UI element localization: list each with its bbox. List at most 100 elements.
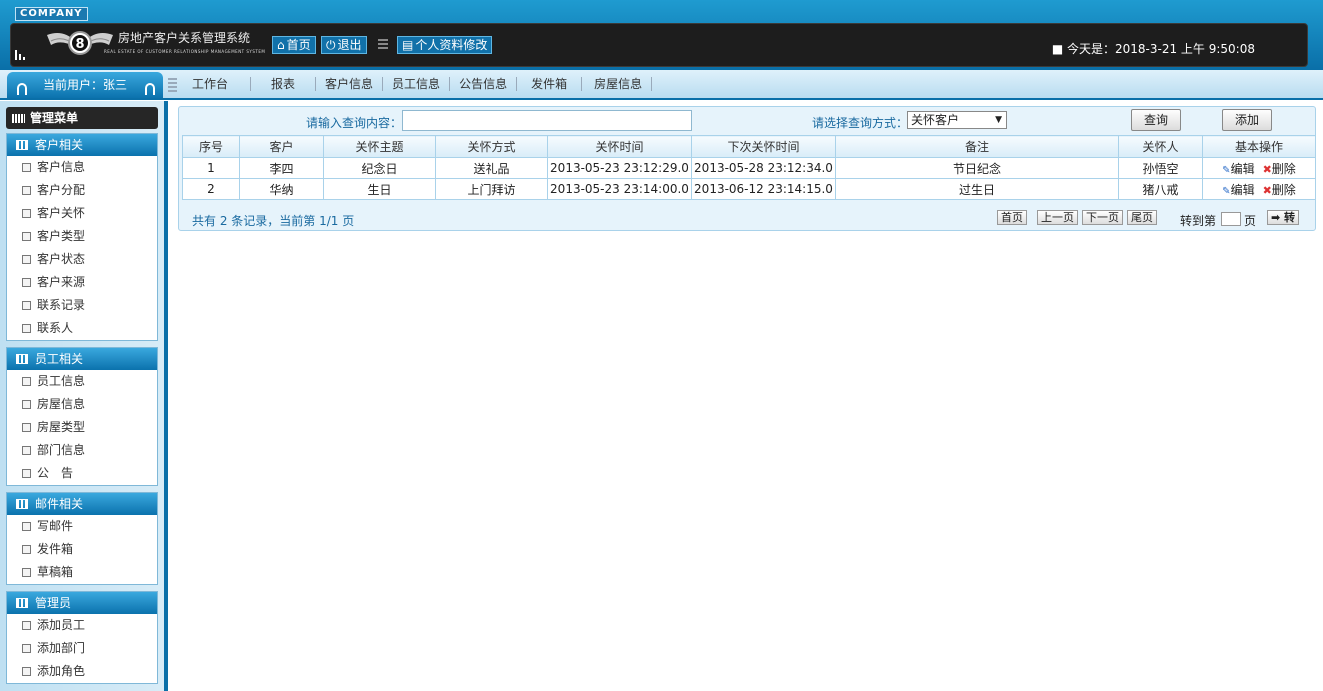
sidebar-item-department-info[interactable]: 部门信息 [7,439,157,462]
nav-item-employees[interactable]: 员工信息 [383,77,451,91]
goto-unit: 页 [1244,214,1257,228]
search-mode-select[interactable]: 关怀客户 ▼ [907,111,1007,129]
sidebar-item-customer-status[interactable]: 客户状态 [7,248,157,271]
sidebar-item-house-info[interactable]: 房屋信息 [7,393,157,416]
cell-next-care-time: 2013-05-28 23:12:34.0 [691,157,836,179]
cell-care-time: 2013-05-23 23:14:00.0 [547,178,692,200]
sidebar-item-customer-source[interactable]: 客户来源 [7,271,157,294]
care-records-table: 序号 客户 关怀主题 关怀方式 关怀时间 下次关怀时间 备注 关怀人 基本操作 … [182,135,1316,200]
pencil-icon: ✎ [1222,164,1231,176]
sidebar-item-customer-care[interactable]: 客户关怀 [7,202,157,225]
sidebar-item-contacts[interactable]: 联系人 [7,317,157,340]
goto-page-input[interactable] [1221,212,1241,226]
cell-remark: 节日纪念 [835,157,1119,179]
sidebar-item-employee-info[interactable]: 员工信息 [7,370,157,393]
pencil-icon: ✎ [1222,185,1231,197]
page-icon [22,209,31,218]
book-icon [16,140,28,150]
table-row: 1 李四 纪念日 送礼品 2013-05-23 23:12:29.0 2013-… [182,157,1316,179]
sidebar-item-notice[interactable]: 公 告 [7,462,157,485]
goto-label: 转到第 [1180,214,1217,228]
page-icon [22,163,31,172]
nav-item-outbox[interactable]: 发件箱 [517,77,583,91]
column-header: 关怀方式 [435,135,548,158]
page-icon [22,324,31,333]
sidebar-item-write-mail[interactable]: 写邮件 [7,515,157,538]
prev-page-button[interactable]: 上一页 [1037,210,1078,225]
search-mode-label: 请选择查询方式： [812,116,909,130]
column-header: 备注 [835,135,1119,158]
sidebar-group-header[interactable]: 客户相关 [7,134,157,156]
cell-carer: 孙悟空 [1118,157,1203,179]
sidebar-item-house-type[interactable]: 房屋类型 [7,416,157,439]
page-icon [22,301,31,310]
sidebar-item-customer-type[interactable]: 客户类型 [7,225,157,248]
sidebar-item-add-department[interactable]: 添加部门 [7,637,157,660]
page-icon [22,446,31,455]
cell-carer: 猪八戒 [1118,178,1203,200]
sidebar-item-contact-records[interactable]: 联系记录 [7,294,157,317]
page-icon [22,568,31,577]
sidebar: 管理菜单 客户相关 客户信息 客户分配 客户关怀 客户类型 客户状态 客户来源 … [0,101,168,691]
last-page-button[interactable]: 尾页 [1127,210,1157,225]
delete-button[interactable]: ✖删除 [1263,160,1296,177]
column-header: 关怀时间 [547,135,692,158]
separator-grip-icon [378,39,388,51]
edit-button[interactable]: ✎编辑 [1222,160,1254,177]
logout-button[interactable]: ⏻ 退出 [321,36,367,54]
cell-index: 1 [182,157,240,179]
sidebar-item-add-role[interactable]: 添加角色 [7,660,157,683]
nav-item-workbench[interactable]: 工作台 [180,77,252,91]
cell-customer: 华纳 [239,178,324,200]
nav-item-notices[interactable]: 公告信息 [450,77,518,91]
column-header: 下次关怀时间 [691,135,836,158]
delete-x-icon: ✖ [1262,183,1272,197]
sidebar-group-header[interactable]: 管理员 [7,592,157,614]
sidebar-group-header[interactable]: 邮件相关 [7,493,157,515]
sidebar-item-drafts[interactable]: 草稿箱 [7,561,157,584]
cell-topic: 生日 [323,178,436,200]
page-icon [22,186,31,195]
page-icon [22,400,31,409]
table-header-row: 序号 客户 关怀主题 关怀方式 关怀时间 下次关怀时间 备注 关怀人 基本操作 [182,135,1316,158]
cell-actions: ✎编辑 ✖删除 [1202,178,1316,200]
page-icon [22,469,31,478]
search-input[interactable] [402,110,692,131]
sidebar-group-customers: 客户相关 客户信息 客户分配 客户关怀 客户类型 客户状态 客户来源 联系记录 … [6,133,158,341]
delete-button[interactable]: ✖删除 [1263,181,1296,198]
next-page-button[interactable]: 下一页 [1082,210,1123,225]
query-button[interactable]: 查询 [1131,109,1181,131]
sidebar-group-mail: 邮件相关 写邮件 发件箱 草稿箱 [6,492,158,585]
first-page-button[interactable]: 首页 [997,210,1027,225]
sidebar-group-employees: 员工相关 员工信息 房屋信息 房屋类型 部门信息 公 告 [6,347,158,486]
sidebar-item-customer-assign[interactable]: 客户分配 [7,179,157,202]
power-icon: ⏻ [326,38,336,52]
search-label: 请输入查询内容： [306,116,403,130]
page-icon [22,423,31,432]
goto-button[interactable]: ➡ 转 [1267,210,1300,225]
nav-item-customers[interactable]: 客户信息 [316,77,384,91]
column-header: 客户 [239,135,324,158]
cell-care-time: 2013-05-23 23:12:29.0 [547,157,692,179]
profile-edit-button[interactable]: ▤ 个人资料修改 [397,36,493,54]
book-icon [16,499,28,509]
sidebar-item-customer-info[interactable]: 客户信息 [7,156,157,179]
add-button[interactable]: 添加 [1222,109,1272,131]
sidebar-item-outbox[interactable]: 发件箱 [7,538,157,561]
sidebar-item-add-employee[interactable]: 添加员工 [7,614,157,637]
home-button[interactable]: ⌂ 首页 [272,36,316,54]
page-icon [22,621,31,630]
page-icon [22,545,31,554]
nav-item-reports[interactable]: 报表 [251,77,317,91]
cell-method: 送礼品 [435,157,548,179]
nav-item-houses[interactable]: 房屋信息 [582,77,653,91]
dropdown-arrow-icon: ▼ [995,115,1002,125]
system-subtitle: REAL ESTATE OF CUSTOMER RELATIONSHIP MAN… [104,49,266,54]
edit-button[interactable]: ✎编辑 [1222,181,1254,198]
page-icon [22,255,31,264]
page-icon [22,644,31,653]
document-icon: ▤ [402,38,414,52]
book-icon [16,598,28,608]
sidebar-group-header[interactable]: 员工相关 [7,348,157,370]
current-datetime: ■ 今天是：2018-3-21 上午 9:50:08 [1051,42,1255,56]
